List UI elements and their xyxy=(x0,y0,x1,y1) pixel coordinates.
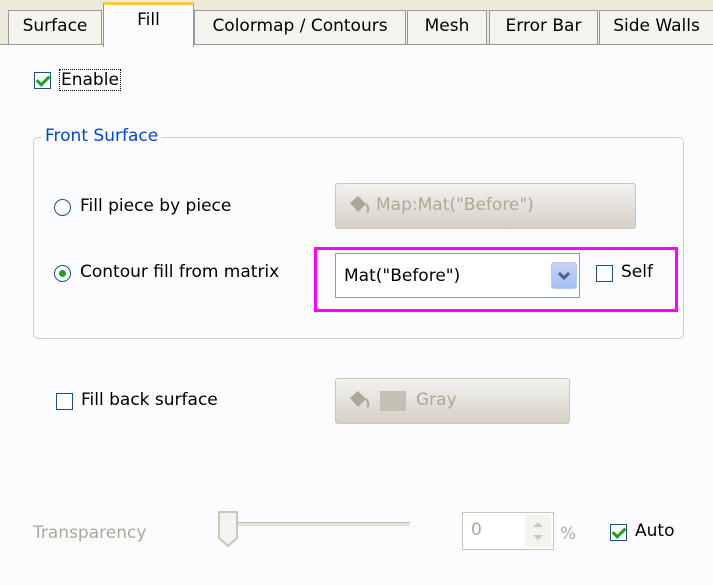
contour-fill-radio[interactable] xyxy=(54,265,71,282)
tab-side-walls[interactable]: Side Walls xyxy=(599,10,713,44)
auto-label[interactable]: Auto xyxy=(635,521,674,541)
highlight-box xyxy=(314,247,678,312)
fill-back-checkbox[interactable] xyxy=(56,393,73,410)
transparency-track xyxy=(230,522,410,527)
spin-buttons[interactable] xyxy=(525,515,551,547)
tab-strip: Surface Fill Colormap / Contours Mesh Er… xyxy=(0,0,713,47)
tab-fill[interactable]: Fill xyxy=(103,2,194,47)
tab-colormap-contours[interactable]: Colormap / Contours xyxy=(194,10,406,44)
paint-bucket-icon xyxy=(346,388,372,417)
paint-bucket-icon xyxy=(346,193,372,222)
transparency-label: Transparency xyxy=(33,523,147,543)
auto-checkbox[interactable] xyxy=(610,524,627,541)
tab-error-bar[interactable]: Error Bar xyxy=(489,10,598,44)
transparency-slider-thumb[interactable] xyxy=(217,510,239,553)
front-surface-title: Front Surface xyxy=(42,126,162,146)
contour-fill-label[interactable]: Contour fill from matrix xyxy=(80,262,279,282)
enable-label[interactable]: Enable xyxy=(59,69,121,91)
transparency-spin[interactable]: 0 xyxy=(462,512,554,550)
fill-back-label[interactable]: Fill back surface xyxy=(81,390,218,410)
percent-label: % xyxy=(560,524,577,544)
enable-checkbox[interactable] xyxy=(34,72,51,89)
transparency-value: 0 xyxy=(471,520,482,540)
map-button[interactable]: Map:Mat("Before") xyxy=(335,183,636,229)
back-color-label: Gray xyxy=(416,390,457,410)
color-swatch xyxy=(380,391,406,411)
back-color-button[interactable]: Gray xyxy=(335,378,570,424)
fill-piece-label[interactable]: Fill piece by piece xyxy=(80,196,231,216)
tab-surface[interactable]: Surface xyxy=(8,10,102,44)
tab-mesh[interactable]: Mesh xyxy=(407,10,487,44)
fill-piece-radio[interactable] xyxy=(54,199,71,216)
map-button-label: Map:Mat("Before") xyxy=(376,195,534,215)
